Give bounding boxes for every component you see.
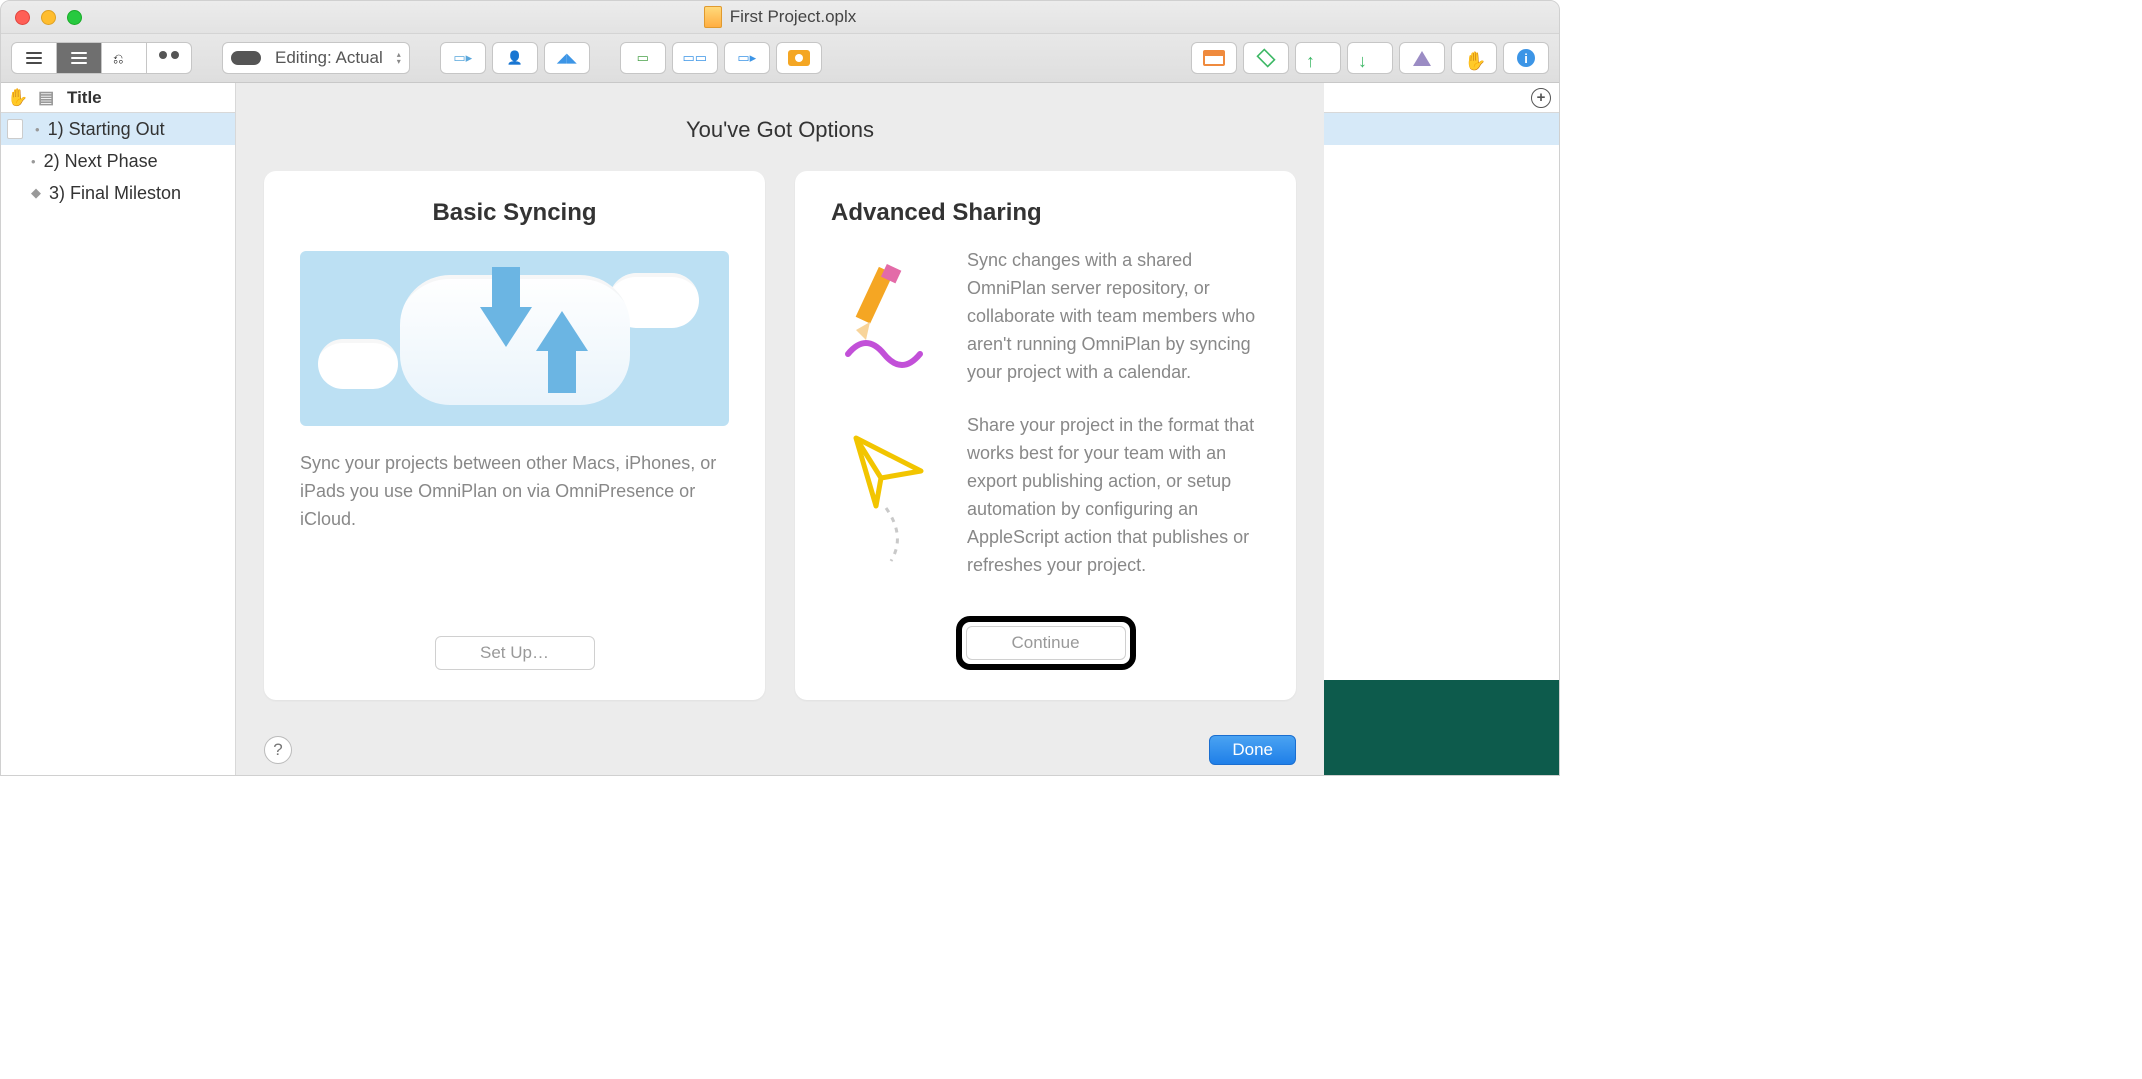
toolbar-stop-button[interactable]: ✋ bbox=[1451, 42, 1497, 74]
paper-plane-icon bbox=[831, 412, 941, 579]
continue-highlight: Continue bbox=[956, 616, 1136, 670]
toolbar-catchup-button[interactable]: ▭ bbox=[620, 42, 666, 74]
window-title: First Project.oplx bbox=[730, 7, 857, 27]
toolbar: ⎌ Editing: Actual ▴▾ ▭▸ 👤 ◢◣ ▭ ▭▭ ▭▸ ↑ ↓… bbox=[1, 34, 1559, 83]
toolbar-level-button[interactable]: ▭▸ bbox=[724, 42, 770, 74]
resources-view-button[interactable] bbox=[146, 42, 192, 74]
toolbar-assign-button[interactable]: 👤 bbox=[492, 42, 538, 74]
info-icon: i bbox=[1517, 49, 1535, 67]
modal-title: You've Got Options bbox=[264, 117, 1296, 143]
outline-header: ✋ ▤ Title bbox=[1, 83, 235, 113]
advanced-body-2: Share your project in the format that wo… bbox=[967, 412, 1260, 579]
app-window: First Project.oplx ⎌ Editing: Actual ▴▾ … bbox=[0, 0, 1560, 776]
camera-icon bbox=[788, 50, 810, 66]
network-view-button[interactable]: ⎌ bbox=[101, 42, 147, 74]
outline-row-label: 1) Starting Out bbox=[48, 119, 165, 140]
options-sheet: You've Got Options Basic Syncing Sync yo… bbox=[236, 83, 1324, 775]
arrow-down-icon bbox=[480, 307, 532, 347]
cloud-down-icon: ↓ bbox=[1358, 51, 1382, 65]
toolbar-changes-button[interactable] bbox=[1399, 42, 1445, 74]
outline-row-label: 3) Final Mileston bbox=[49, 183, 181, 204]
outline-row[interactable]: ◆ 3) Final Mileston bbox=[1, 177, 235, 209]
editing-mode-dropdown[interactable]: Editing: Actual ▴▾ bbox=[222, 42, 410, 74]
sync-illustration bbox=[300, 251, 729, 426]
editing-mode-label: Editing: Actual bbox=[275, 48, 383, 68]
bullet-icon: ◆ bbox=[31, 185, 41, 201]
toolbar-update-button[interactable]: ↓ bbox=[1347, 42, 1393, 74]
toolbar-reschedule-button[interactable]: ▭▭ bbox=[672, 42, 718, 74]
outline-title-column[interactable]: Title bbox=[67, 88, 102, 108]
pill-icon bbox=[231, 51, 261, 65]
toolbar-publish-button[interactable]: ↑ bbox=[1295, 42, 1341, 74]
hand-icon: ✋ bbox=[1464, 51, 1484, 65]
toolbar-link-button[interactable]: ▭▸ bbox=[440, 42, 486, 74]
bullet-icon: • bbox=[35, 122, 40, 137]
outline-row-label: 2) Next Phase bbox=[44, 151, 158, 172]
document-icon bbox=[704, 6, 722, 28]
help-button[interactable]: ? bbox=[264, 736, 292, 764]
row-note-icon bbox=[7, 119, 23, 139]
toolbar-snapshot-button[interactable] bbox=[776, 42, 822, 74]
titlebar: First Project.oplx bbox=[1, 1, 1559, 34]
continue-button[interactable]: Continue bbox=[966, 626, 1126, 660]
triangle-icon bbox=[1413, 51, 1431, 66]
toolbar-styles-button[interactable] bbox=[1191, 42, 1237, 74]
note-icon[interactable]: ▤ bbox=[38, 88, 54, 108]
bullet-icon: • bbox=[31, 154, 36, 169]
toolbar-inspector-button[interactable]: i bbox=[1503, 42, 1549, 74]
diamond-icon bbox=[1256, 48, 1275, 67]
pencil-collab-icon bbox=[831, 247, 941, 386]
cloud-up-icon: ↑ bbox=[1306, 51, 1330, 65]
toolbar-split-button[interactable]: ◢◣ bbox=[544, 42, 590, 74]
advanced-body-1: Sync changes with a shared OmniPlan serv… bbox=[967, 247, 1260, 386]
setup-button[interactable]: Set Up… bbox=[435, 636, 595, 670]
done-button[interactable]: Done bbox=[1209, 735, 1296, 765]
grab-icon[interactable]: ✋ bbox=[7, 88, 28, 108]
arrow-up-icon bbox=[536, 311, 588, 351]
basic-syncing-heading: Basic Syncing bbox=[300, 199, 729, 227]
basic-syncing-body: Sync your projects between other Macs, i… bbox=[300, 450, 729, 534]
table-icon bbox=[1203, 50, 1225, 66]
outline-row[interactable]: • 2) Next Phase bbox=[1, 145, 235, 177]
advanced-sharing-heading: Advanced Sharing bbox=[831, 199, 1260, 227]
outline-view-button[interactable] bbox=[11, 42, 57, 74]
outline-pane: ✋ ▤ Title • 1) Starting Out • 2) Next Ph… bbox=[1, 83, 236, 775]
view-mode-group: ⎌ bbox=[11, 42, 192, 74]
gantt-view-button[interactable] bbox=[56, 42, 102, 74]
advanced-sharing-card: Advanced Sharing Sync changes with a sha… bbox=[795, 171, 1296, 700]
toolbar-simulations-button[interactable] bbox=[1243, 42, 1289, 74]
stepper-icon: ▴▾ bbox=[397, 51, 401, 65]
outline-row[interactable]: • 1) Starting Out bbox=[1, 113, 235, 145]
add-column-button[interactable]: + bbox=[1531, 88, 1551, 108]
basic-syncing-card: Basic Syncing Sync your projects between… bbox=[264, 171, 765, 700]
